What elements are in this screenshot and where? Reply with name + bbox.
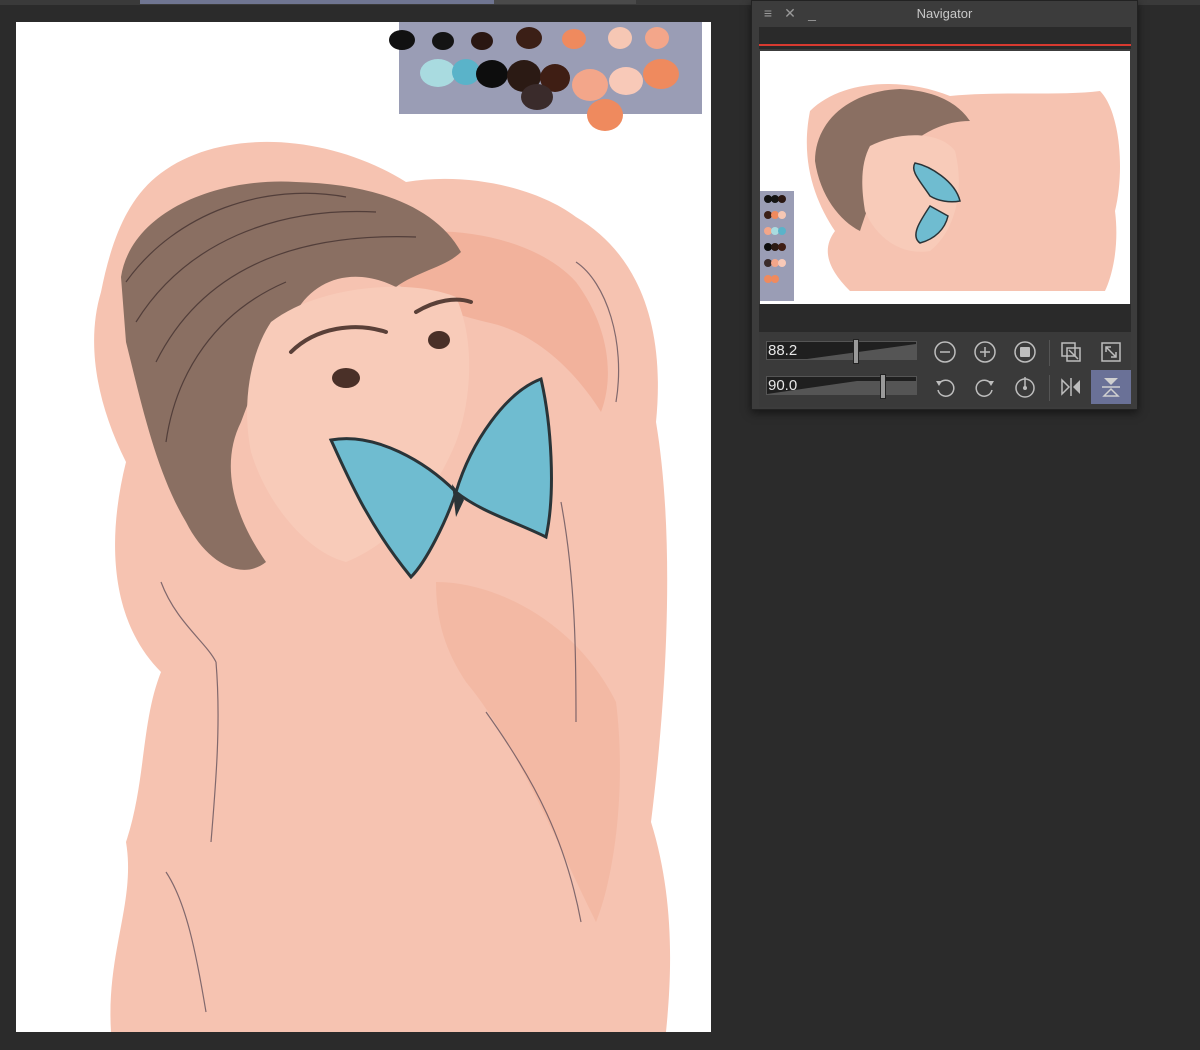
palette-swatch [452, 59, 480, 85]
preview-swatch [764, 227, 772, 235]
navigator-controls: 88.2 90.0 [759, 332, 1131, 407]
zoom-slider-handle[interactable] [853, 339, 860, 364]
artwork [94, 22, 702, 1032]
preview-thumbnail [760, 84, 1120, 301]
rotate-left-icon[interactable] [931, 373, 959, 401]
controls-separator [1049, 340, 1050, 366]
palette-swatch [521, 84, 553, 110]
palette-swatch [516, 27, 542, 49]
palette-swatch [643, 59, 679, 89]
palette-swatch [572, 69, 608, 101]
preview-swatch [778, 243, 786, 251]
preview-swatch [764, 243, 772, 251]
document-tab-active[interactable] [140, 0, 494, 4]
preview-swatch [778, 195, 786, 203]
palette-swatch [389, 30, 415, 50]
controls-separator [1049, 375, 1050, 401]
preview-swatch [778, 211, 786, 219]
navigator-top-strip [759, 27, 1131, 49]
fit-navigator-icon[interactable] [1097, 338, 1125, 366]
flip-horizontal-icon[interactable] [1057, 373, 1085, 401]
navigator-titlebar[interactable]: ≡ ✕ _ Navigator [752, 1, 1137, 25]
preview-swatch [771, 195, 779, 203]
preview-swatch [771, 211, 779, 219]
palette-swatch [432, 32, 454, 50]
palette-swatch [420, 59, 456, 87]
zoom-value[interactable]: 88.2 [768, 343, 797, 359]
preview-swatch [778, 227, 786, 235]
rotation-slider-handle[interactable] [880, 374, 887, 399]
palette-swatch [608, 27, 632, 49]
preview-swatch [764, 195, 772, 203]
rotate-right-icon[interactable] [971, 373, 999, 401]
palette-swatch [645, 27, 669, 49]
preview-swatch [764, 211, 772, 219]
preview-swatch [778, 259, 786, 267]
zoom-slider[interactable]: 88.2 [766, 339, 917, 364]
flip-vertical-icon[interactable] [1091, 370, 1131, 404]
preview-swatch [771, 243, 779, 251]
right-eye [428, 331, 450, 349]
zoom-in-icon[interactable] [971, 338, 999, 366]
preview-swatch [764, 259, 772, 267]
palette-swatch [471, 32, 493, 50]
palette-swatch [587, 99, 623, 131]
view-indicator-line [759, 44, 1131, 46]
rotation-slider[interactable]: 90.0 [766, 374, 917, 399]
palette-swatch [562, 29, 586, 49]
document-tab[interactable] [494, 0, 636, 4]
palette-swatch [476, 60, 508, 88]
preview-swatch [764, 275, 772, 283]
navigator-bottom-strip [759, 304, 1131, 332]
rotation-value[interactable]: 90.0 [768, 378, 797, 394]
preview-swatch [771, 275, 779, 283]
zoom-out-icon[interactable] [931, 338, 959, 366]
navigator-title: Navigator [916, 6, 973, 21]
palette-swatch [609, 67, 643, 95]
navigator-preview[interactable] [760, 51, 1130, 304]
fit-window-icon[interactable] [1057, 338, 1085, 366]
preview-swatch [771, 259, 779, 267]
actual-size-icon[interactable] [1011, 338, 1039, 366]
navigator-panel[interactable]: ≡ ✕ _ Navigator 88.2 90.0 [751, 0, 1138, 410]
drawing-canvas[interactable] [16, 22, 711, 1032]
preview-swatch [771, 227, 779, 235]
reset-rotation-icon[interactable] [1011, 373, 1039, 401]
left-eye [332, 368, 360, 388]
